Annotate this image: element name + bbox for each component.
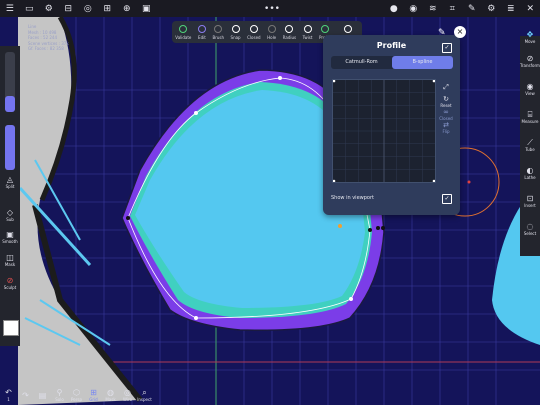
sub-icon: ◇ — [6, 208, 14, 217]
tools-icon[interactable]: ✕ — [525, 3, 537, 15]
redo-button[interactable]: ↷ — [17, 391, 34, 400]
show-in-viewport-label: Show in viewport — [331, 195, 374, 201]
split-button[interactable]: ◬ Split — [0, 175, 20, 189]
profile-grid — [332, 79, 436, 183]
top-toolbar: ☰ ▭ ⚙ ⊟ ◎ ⊞ ⊕ ▣ ••• ● ◉ ≋ ⌗ ✎ ⚙ ≣ ✕ — [0, 0, 540, 17]
globe-icon[interactable]: ⊕ — [121, 3, 133, 15]
profile-curve-editor[interactable] — [332, 79, 436, 183]
inspect-button[interactable]: ⌕ Inspect — [136, 388, 153, 402]
close-icon[interactable]: × — [454, 26, 466, 38]
undo-button[interactable]: ↶ 1 — [0, 388, 17, 402]
show-in-viewport-checkbox[interactable]: ✓ — [442, 194, 452, 204]
measure-button[interactable]: ⌸ Measure — [520, 110, 540, 124]
radius-button[interactable]: Radius — [283, 24, 296, 40]
persp-icon: ⬡ — [73, 388, 80, 397]
brush-settings-icon[interactable]: ⌗ — [447, 3, 459, 15]
view-button[interactable]: ◉ View — [520, 82, 540, 96]
closed-icon[interactable]: ∞ — [443, 108, 449, 116]
mask-icon: ◫ — [6, 253, 14, 262]
history-button[interactable]: ▤ — [34, 391, 51, 400]
camera-view-icon: ◉ — [526, 82, 534, 91]
closed-button[interactable]: Closed — [247, 24, 261, 40]
frame-icon[interactable]: ⤢ — [443, 83, 449, 91]
pin-icon[interactable]: ✎ — [438, 28, 446, 38]
panel-pin-checkbox[interactable]: ✓ — [442, 43, 452, 53]
stats-line: Gf. Faces : 82 358 — [28, 46, 64, 51]
smooth-icon: ▣ — [6, 230, 14, 239]
grid-icon[interactable]: ⊞ — [102, 3, 114, 15]
redo-icon: ↷ — [22, 390, 29, 400]
flip-label: Flip — [442, 129, 450, 134]
folder-icon[interactable]: ▭ — [24, 3, 36, 15]
solo-button[interactable]: ⚲ Solo — [51, 388, 68, 402]
measure-icon: ⌸ — [527, 110, 533, 119]
material-icon[interactable]: ◉ — [408, 3, 420, 15]
flip-icon[interactable]: ⇄ — [443, 121, 449, 129]
scene-stats: Line Mesh : 10 498 Faces : 52 244 Scene … — [28, 24, 69, 52]
panel-title: Profile — [376, 41, 407, 50]
twist-button[interactable]: Twist — [303, 24, 312, 40]
grid-button[interactable]: ⊞ Grid — [85, 388, 102, 402]
menu-icon[interactable]: ☰ — [4, 3, 16, 15]
insert-button[interactable]: ⊡ Insert — [520, 194, 540, 208]
sculpt-icon: ⊘ — [6, 276, 14, 285]
transform-icon: ⊘ — [526, 54, 534, 63]
wire-icon: ◎ — [124, 388, 131, 397]
radius-slider[interactable] — [5, 52, 15, 112]
export-icon[interactable]: ▣ — [141, 3, 153, 15]
scene-icon[interactable]: ⊟ — [63, 3, 75, 15]
wire-button[interactable]: ◎ Wire — [119, 388, 136, 402]
stroke-icon[interactable]: ✎ — [466, 3, 478, 15]
layers-icon[interactable]: ≋ — [427, 3, 439, 15]
select-button[interactable]: ◌ Select — [520, 222, 540, 236]
mask-button[interactable]: ◫ Mask — [0, 253, 20, 267]
grid-toggle-icon: ⊞ — [90, 388, 97, 397]
move-icon: ✥ — [526, 30, 534, 39]
split-icon: ◬ — [6, 175, 14, 184]
tab-b-spline[interactable]: B-spline — [392, 56, 453, 69]
inspect-icon: ⌕ — [142, 388, 147, 397]
gear-icon[interactable]: ⚙ — [486, 3, 498, 15]
brush-button[interactable]: Brush — [212, 24, 224, 40]
profile-tools: ⤢ ↻ Reset ∞ Closed ⇄ Flip — [437, 83, 455, 134]
intensity-slider[interactable] — [5, 125, 15, 170]
validate-button[interactable]: Validate — [175, 24, 191, 40]
persp-button[interactable]: ⬡ Persp — [68, 388, 85, 402]
reset-icon[interactable]: ↻ — [443, 95, 449, 103]
move-button[interactable]: ✥ Move — [520, 30, 540, 44]
select-icon: ◌ — [526, 222, 534, 231]
mask-view-button[interactable]: ◍ Mask — [102, 388, 119, 402]
hole-button[interactable]: Hole — [267, 24, 276, 40]
insert-icon: ⊡ — [526, 194, 534, 203]
tube-icon: ⟋ — [527, 138, 533, 147]
interpolation-toggle: Catmull-Rom B-spline — [331, 56, 453, 69]
profile-panel: Profile ✓ Catmull-Rom B-spline ⤢ ↻ Reset — [323, 35, 460, 215]
smooth-button[interactable]: ▣ Smooth — [0, 230, 20, 244]
mask-view-icon: ◍ — [107, 388, 114, 397]
undo-icon: ↶ — [5, 388, 12, 397]
history-icon: ▤ — [38, 390, 47, 400]
lathe-button[interactable]: ◐ Lathe — [520, 166, 540, 180]
settings-icon[interactable]: ⚙ — [43, 3, 55, 15]
transform-button[interactable]: ⊘ Transform — [520, 54, 540, 68]
edit-button[interactable]: Edit — [197, 24, 206, 40]
snap-button[interactable]: Snap — [231, 24, 241, 40]
color-swatch[interactable] — [3, 320, 19, 336]
tube-button[interactable]: ⟋ Tube — [520, 138, 540, 152]
bottom-toolbar: ↶ 1 ↷ ▤ ⚲ Solo ⬡ Persp ⊞ Grid ◍ Mask ◎ Wire ⌕ I… — [0, 385, 170, 405]
solo-icon: ⚲ — [56, 388, 63, 397]
tab-catmull-rom[interactable]: Catmull-Rom — [331, 56, 392, 69]
sub-button[interactable]: ◇ Sub — [0, 208, 20, 222]
sliders-icon[interactable]: ≣ — [505, 3, 517, 15]
material-sphere-icon[interactable]: ● — [388, 3, 400, 15]
camera-icon[interactable]: ◎ — [82, 3, 94, 15]
lathe-icon: ◐ — [526, 166, 534, 175]
more-icon[interactable]: ••• — [264, 3, 280, 15]
sculpt-button[interactable]: ⊘ Sculpt — [0, 276, 20, 290]
